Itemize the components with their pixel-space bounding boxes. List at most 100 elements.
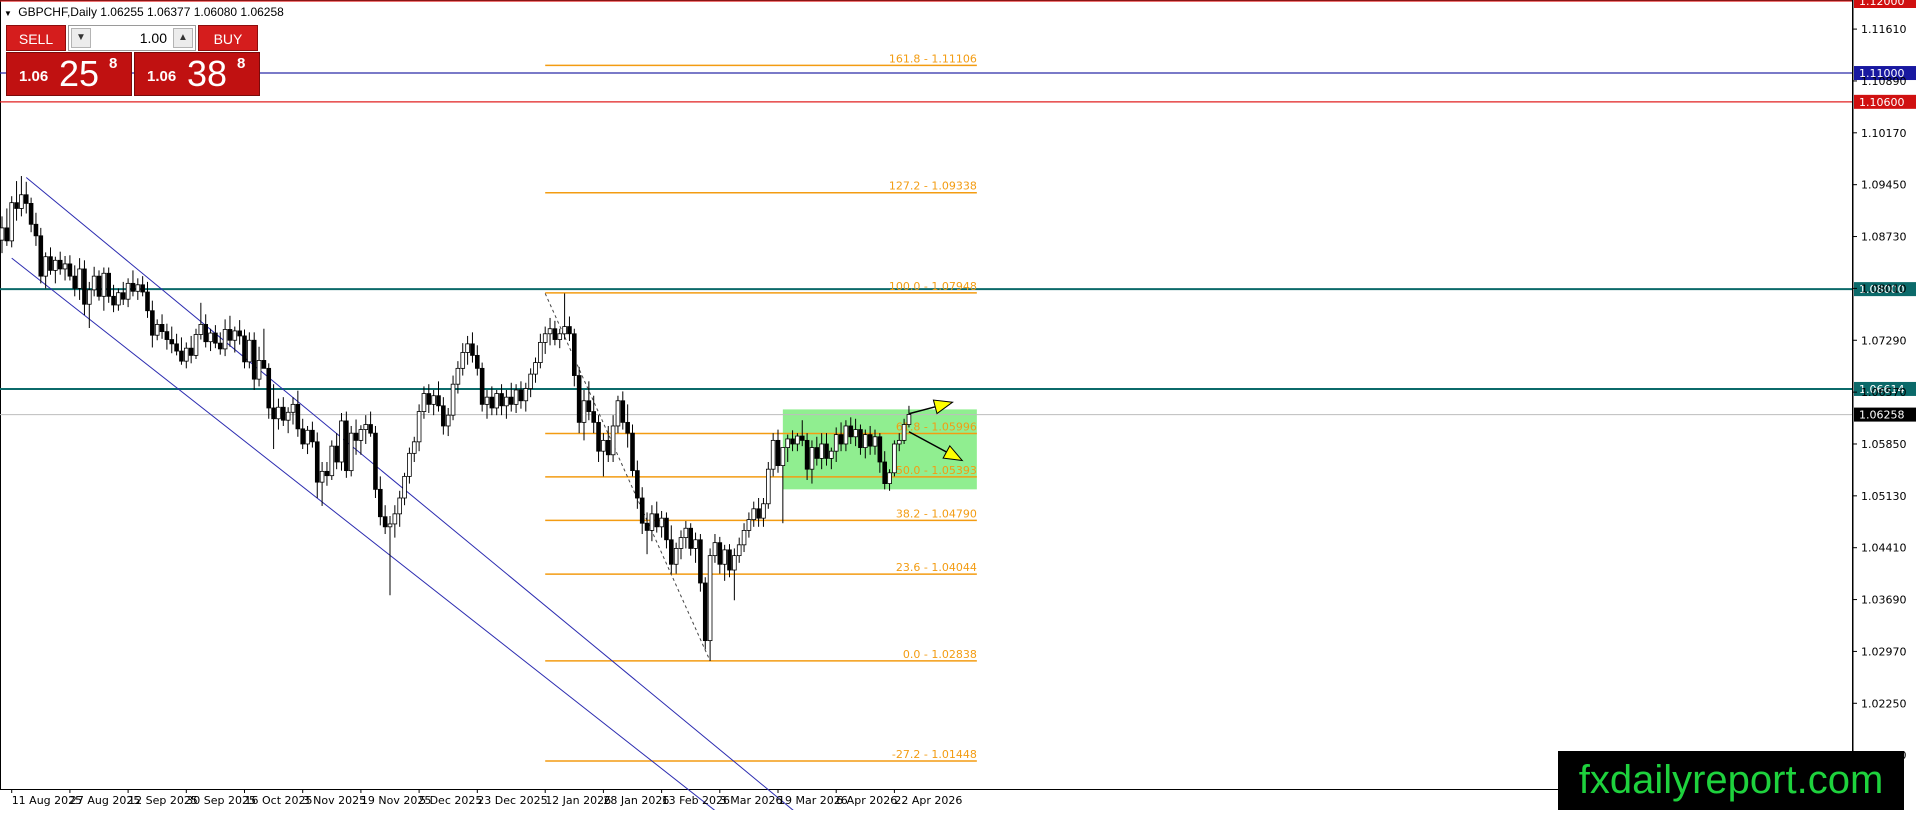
candle-2025-12-04[interactable] [411, 436, 417, 462]
candle-2026-02-04[interactable] [625, 404, 630, 448]
buy-button[interactable]: BUY [198, 25, 258, 51]
decrease-lot-icon[interactable]: ▼ [71, 28, 91, 48]
candle-2025-09-23[interactable] [159, 314, 165, 339]
candle-2025-08-21[interactable] [48, 247, 53, 275]
candle-2026-02-02[interactable] [615, 395, 621, 434]
candle-2025-10-06[interactable] [203, 314, 209, 348]
candle-2025-09-18[interactable] [145, 281, 150, 318]
candle-2025-10-23[interactable] [266, 363, 272, 419]
channel-upper-line[interactable] [25, 177, 812, 815]
candle-2025-09-24[interactable] [164, 323, 170, 350]
candle-2026-04-22[interactable] [892, 440, 897, 477]
chart-area[interactable]: 161.8 - 1.11106 127.2 - 1.09338 100.0 - 1.… [0, 0, 1916, 815]
candle-2026-01-30[interactable] [610, 415, 616, 462]
candle-2025-11-25[interactable] [377, 476, 383, 526]
candle-2025-11-11[interactable] [329, 440, 335, 480]
candle-2025-10-10[interactable] [222, 319, 228, 357]
candle-2025-09-10[interactable] [116, 288, 121, 311]
chart-svg[interactable]: 161.8 - 1.11106 127.2 - 1.09338 100.0 - 1.… [0, 0, 1916, 815]
candle-2025-10-09[interactable] [217, 332, 223, 355]
candle-2025-10-08[interactable] [213, 325, 218, 349]
candle-2025-12-02[interactable] [402, 472, 407, 506]
candle-2025-09-12[interactable] [125, 278, 131, 308]
candle-2026-02-03[interactable] [620, 391, 626, 430]
candle-2025-08-08[interactable] [4, 208, 10, 246]
candle-2025-08-11[interactable] [9, 196, 15, 248]
candle-2026-02-26[interactable] [702, 577, 708, 650]
candle-2025-10-21[interactable] [256, 346, 262, 387]
candle-2025-11-13[interactable] [339, 413, 344, 471]
candle-2025-12-05[interactable] [416, 404, 422, 452]
candle-2025-11-27[interactable] [387, 516, 393, 596]
candle-2025-09-15[interactable] [130, 270, 136, 297]
candle-2025-11-19[interactable] [358, 425, 364, 455]
candle-2025-08-26[interactable] [62, 255, 68, 281]
candle-2026-01-13[interactable] [547, 317, 553, 346]
candle-2026-01-01[interactable] [508, 382, 514, 412]
candle-2025-09-11[interactable] [120, 281, 126, 305]
candle-2025-11-03[interactable] [300, 418, 305, 450]
collapse-triangle-icon[interactable]: ▼ [4, 9, 12, 18]
candle-2025-12-24[interactable] [479, 362, 485, 412]
candle-2025-08-15[interactable] [28, 197, 34, 233]
buy-price-tile[interactable]: 1.06 38 8 [134, 52, 260, 96]
candle-2025-09-17[interactable] [140, 276, 145, 297]
candle-2026-01-16[interactable] [562, 293, 567, 340]
candle-2025-10-22[interactable] [261, 328, 267, 369]
candle-2026-01-21[interactable] [576, 366, 582, 434]
candle-2026-02-16[interactable] [664, 512, 669, 549]
candle-2026-02-13[interactable] [659, 510, 664, 538]
candle-2025-10-15[interactable] [237, 320, 242, 345]
sell-price-tile[interactable]: 1.06 25 8 [6, 52, 132, 96]
candle-2025-12-01[interactable] [397, 490, 402, 527]
candle-2025-09-22[interactable] [154, 319, 160, 341]
candle-2026-02-18[interactable] [673, 542, 679, 574]
candle-2025-09-26[interactable] [174, 333, 179, 356]
candle-2026-01-28[interactable] [601, 433, 606, 477]
candle-2025-12-03[interactable] [407, 447, 412, 484]
candle-2025-09-03[interactable] [91, 266, 97, 297]
candle-2025-10-01[interactable] [188, 335, 194, 364]
candle-2025-12-26[interactable] [489, 386, 495, 416]
candle-2026-02-17[interactable] [669, 525, 674, 574]
candle-2025-10-13[interactable] [227, 315, 233, 347]
candle-2026-01-14[interactable] [552, 320, 558, 346]
candle-2026-03-19[interactable] [775, 429, 781, 473]
candle-2025-12-23[interactable] [474, 345, 480, 376]
candle-2025-11-18[interactable] [353, 419, 359, 455]
candle-2026-01-06[interactable] [523, 382, 529, 412]
candle-2026-02-09[interactable] [639, 487, 645, 535]
candle-2025-10-24[interactable] [271, 384, 276, 450]
candle-2026-03-04[interactable] [722, 544, 727, 581]
candle-2025-08-28[interactable] [72, 265, 78, 297]
candle-2025-09-19[interactable] [150, 300, 155, 348]
candle-2026-03-13[interactable] [756, 498, 761, 527]
candle-2025-11-14[interactable] [344, 411, 349, 478]
candle-2026-02-12[interactable] [654, 501, 660, 533]
candle-2026-03-10[interactable] [741, 523, 747, 553]
candle-2026-01-09[interactable] [538, 333, 543, 369]
candle-2025-11-28[interactable] [392, 505, 398, 538]
candle-2026-01-27[interactable] [596, 415, 601, 462]
candle-2025-09-25[interactable] [169, 326, 175, 354]
candle-2026-03-05[interactable] [727, 544, 732, 578]
candle-2025-11-21[interactable] [368, 411, 373, 437]
candle-2025-12-16[interactable] [450, 375, 456, 421]
candle-2025-10-03[interactable] [198, 302, 204, 340]
candle-2026-02-25[interactable] [698, 534, 703, 592]
candle-2026-03-03[interactable] [717, 536, 723, 574]
candle-2025-10-16[interactable] [242, 329, 247, 369]
candle-2025-10-29[interactable] [285, 407, 291, 434]
candle-2025-12-08[interactable] [421, 386, 427, 419]
candle-2025-09-16[interactable] [135, 278, 141, 300]
candle-2025-11-07[interactable] [319, 461, 325, 506]
candle-2025-10-31[interactable] [295, 390, 301, 437]
candle-2025-10-02[interactable] [193, 328, 199, 359]
candle-2025-11-26[interactable] [382, 505, 388, 535]
candle-2025-08-12[interactable] [14, 181, 19, 221]
candle-2026-03-09[interactable] [736, 537, 742, 563]
candle-2025-09-04[interactable] [96, 270, 102, 301]
candle-2026-02-20[interactable] [683, 521, 689, 549]
candle-2025-10-07[interactable] [208, 328, 213, 352]
candle-2026-03-11[interactable] [746, 512, 752, 538]
